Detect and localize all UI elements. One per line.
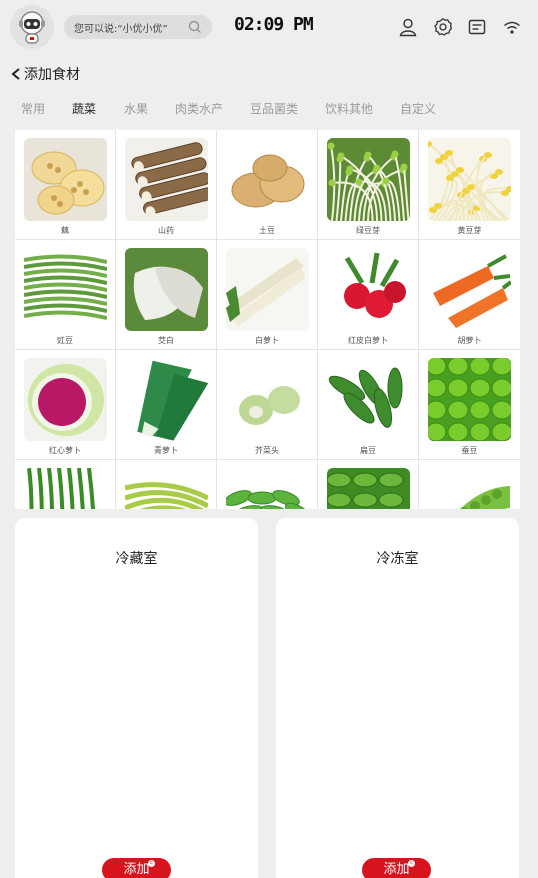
food-item[interactable]: 扁豆 [318, 350, 419, 460]
tab-1[interactable]: 蔬菜 [72, 100, 96, 117]
food-name: 蚕豆 [461, 446, 478, 455]
food-image [428, 358, 511, 441]
food-image [428, 468, 511, 509]
food-item[interactable]: 山药 [116, 130, 217, 240]
fridge-add-button[interactable]: 添加 c [102, 858, 171, 878]
food-item[interactable] [217, 460, 318, 509]
food-item[interactable]: 芥菜头 [217, 350, 318, 460]
food-name: 黄豆芽 [457, 226, 482, 235]
search-icon[interactable] [188, 20, 202, 34]
food-image [125, 358, 208, 441]
food-item[interactable]: 青萝卜 [116, 350, 217, 460]
food-name: 山药 [158, 226, 174, 235]
fridge-add-label: 添加 [123, 862, 150, 877]
food-image [125, 248, 208, 331]
tab-6[interactable]: 自定义 [400, 100, 436, 117]
food-item[interactable]: 茭白 [116, 240, 217, 350]
food-image [226, 138, 309, 221]
food-name: 土豆 [259, 226, 275, 235]
search-hint: 您可以说:“小优小优” [74, 23, 168, 35]
food-name: 豇豆 [57, 336, 73, 345]
food-image [327, 468, 410, 509]
food-name: 红心萝卜 [49, 446, 81, 455]
food-item[interactable] [318, 460, 419, 509]
food-item[interactable] [419, 460, 520, 509]
food-grid: 藕 山药 土豆 绿豆芽 黄豆芽豇豆 茭白 白萝卜 红皮白萝卜 胡萝卜红心萝卜 青萝卜 芥菜头 扁豆 蚕豆 [15, 130, 520, 509]
food-image [125, 138, 208, 221]
tab-4[interactable]: 豆品菌类 [250, 100, 298, 117]
freezer-add-label: 添加 [383, 862, 410, 877]
fridge-title: 冷藏室 [115, 551, 158, 567]
food-item[interactable]: 红心萝卜 [15, 350, 116, 460]
food-image [226, 468, 309, 509]
food-image [24, 358, 107, 441]
food-name: 扁豆 [360, 446, 376, 455]
voice-search-box[interactable]: 您可以说:“小优小优” [64, 15, 212, 39]
food-item[interactable]: 红皮白萝卜 [318, 240, 419, 350]
food-item[interactable]: 豇豆 [15, 240, 116, 350]
food-image [327, 248, 410, 331]
food-name: 白萝卜 [255, 336, 279, 345]
fridge-add-badge: c [148, 860, 155, 867]
wifi-icon [504, 21, 520, 34]
freezer-add-badge: c [408, 860, 415, 867]
food-name: 藕 [61, 226, 69, 235]
food-item[interactable]: 绿豆芽 [318, 130, 419, 240]
freezer-title: 冷冻室 [376, 551, 419, 567]
food-item[interactable] [15, 460, 116, 509]
food-item[interactable] [116, 460, 217, 509]
freezer-panel: 冷冻室 添加 c [276, 518, 519, 878]
app-root: 您可以说:“小优小优” 02:09 PM 添加食材 常用 蔬菜 水果 肉类水产 … [0, 0, 538, 878]
food-item[interactable]: 蚕豆 [419, 350, 520, 460]
food-name: 茭白 [158, 336, 174, 345]
back-button[interactable]: 添加食材 [10, 64, 80, 84]
message-icon[interactable] [467, 17, 487, 37]
fridge-panel: 冷藏室 添加 c [15, 518, 258, 878]
food-item[interactable]: 藕 [15, 130, 116, 240]
food-image [327, 138, 410, 221]
food-image [428, 248, 511, 331]
tab-5[interactable]: 饮料其他 [325, 100, 373, 117]
settings-icon[interactable] [433, 17, 453, 37]
food-name: 胡萝卜 [457, 336, 482, 345]
food-image [24, 138, 107, 221]
food-image [24, 468, 107, 509]
food-name: 芥菜头 [255, 446, 279, 455]
clock: 02:09 PM [234, 14, 314, 35]
tab-3[interactable]: 肉类水产 [175, 100, 223, 117]
tab-0[interactable]: 常用 [21, 100, 45, 117]
category-tabs: 常用 蔬菜 水果 肉类水产 豆品菌类 饮料其他 自定义 [0, 100, 538, 120]
robot-avatar-icon[interactable] [10, 5, 54, 49]
user-icon[interactable] [398, 17, 418, 37]
chevron-left-icon [11, 68, 20, 80]
food-item[interactable]: 胡萝卜 [419, 240, 520, 350]
food-item[interactable]: 白萝卜 [217, 240, 318, 350]
top-status-bar: 您可以说:“小优小优” 02:09 PM [0, 0, 538, 56]
food-name: 红皮白萝卜 [348, 336, 388, 345]
food-image [226, 358, 309, 441]
food-image [327, 358, 410, 441]
page-title: 添加食材 [24, 67, 80, 83]
food-item[interactable]: 土豆 [217, 130, 318, 240]
tab-2[interactable]: 水果 [124, 100, 148, 117]
food-item[interactable]: 黄豆芽 [419, 130, 520, 240]
freezer-add-button[interactable]: 添加 c [362, 858, 431, 878]
food-name: 绿豆芽 [356, 226, 380, 235]
food-image [428, 138, 511, 221]
food-image [125, 468, 208, 509]
food-name: 青萝卜 [154, 446, 178, 455]
food-image [24, 248, 107, 331]
food-image [226, 248, 309, 331]
